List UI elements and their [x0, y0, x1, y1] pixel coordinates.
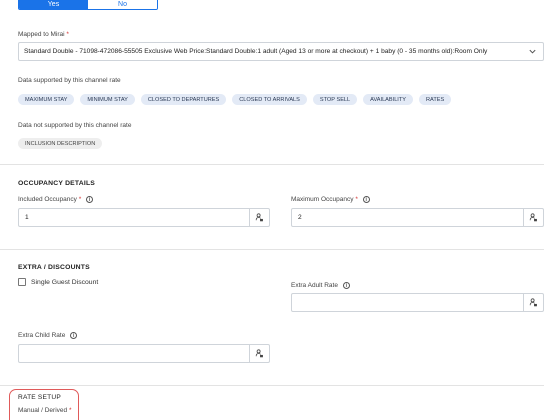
included-occupancy-label-text: Included Occupancy	[18, 196, 77, 204]
chip-minimum-stay: Minimum Stay	[80, 94, 135, 105]
required-asterisk: *	[355, 196, 358, 204]
chip-stop-sell: Stop Sell	[312, 94, 358, 105]
chip-availability: Availability	[363, 94, 414, 105]
extra-adult-rate-input[interactable]	[292, 294, 523, 311]
section-divider	[0, 164, 544, 165]
extra-child-rate-input[interactable]	[19, 345, 249, 362]
person-lock-icon[interactable]	[523, 294, 543, 311]
manual-derived-label-text: Manual / Derived	[18, 407, 68, 414]
single-guest-discount-row[interactable]: Single Guest Discount	[18, 278, 98, 286]
extra-child-rate-label: Extra Child Rate i	[18, 332, 78, 340]
extra-section-title: EXTRA / DISCOUNTS	[18, 264, 90, 271]
included-occupancy-field: 1	[18, 208, 270, 227]
occupancy-section-title: OCCUPANCY DETAILS	[18, 180, 96, 187]
included-occupancy-label: Included Occupancy * i	[18, 196, 94, 204]
extra-child-rate-field	[18, 344, 270, 363]
mapped-label: Mapped to Mirai *	[18, 31, 69, 38]
extra-adult-rate-label-text: Extra Adult Rate	[291, 282, 338, 290]
chip-closed-to-departures: Closed to Departures	[140, 94, 227, 105]
manual-derived-label: Manual / Derived *	[18, 407, 71, 414]
info-icon[interactable]: i	[86, 196, 94, 203]
person-lock-icon[interactable]	[249, 209, 269, 226]
rate-setup-section-title: RATE SETUP	[18, 394, 61, 401]
person-lock-icon[interactable]	[523, 209, 543, 226]
maximum-occupancy-field: 2	[291, 208, 544, 227]
section-divider	[0, 249, 544, 250]
info-icon[interactable]: i	[70, 332, 78, 339]
not-supported-chip-list: Inclusion Description	[18, 138, 103, 149]
required-asterisk: *	[66, 31, 69, 38]
info-icon[interactable]: i	[342, 282, 350, 289]
chip-rates: Rates	[419, 94, 452, 105]
extra-child-rate-label-text: Extra Child Rate	[18, 332, 66, 340]
mapped-select[interactable]: Standard Double - 71098-472086-55505 Exc…	[18, 42, 544, 61]
supported-chip-list: Maximum Stay Minimum Stay Closed to Depa…	[18, 94, 452, 105]
mapped-select-value: Standard Double - 71098-472086-55505 Exc…	[24, 48, 488, 55]
info-icon[interactable]: i	[362, 196, 370, 203]
maximum-occupancy-label-text: Maximum Occupancy	[291, 196, 354, 204]
not-supported-label: Data not supported by this channel rate	[18, 122, 132, 129]
supported-label: Data supported by this channel rate	[18, 77, 121, 84]
required-asterisk: *	[78, 196, 82, 204]
maximum-occupancy-input[interactable]: 2	[292, 209, 523, 226]
chip-maximum-stay: Maximum Stay	[18, 94, 75, 105]
no-button[interactable]: No	[88, 0, 157, 9]
single-guest-discount-label: Single Guest Discount	[31, 278, 99, 286]
mapped-label-text: Mapped to Mirai	[18, 31, 65, 38]
yes-button[interactable]: Yes	[19, 0, 88, 9]
extra-adult-rate-field	[291, 293, 544, 312]
chip-inclusion-description: Inclusion Description	[18, 138, 103, 149]
single-guest-discount-checkbox[interactable]	[18, 278, 26, 286]
chevron-down-icon	[529, 49, 536, 54]
maximum-occupancy-label: Maximum Occupancy * i	[291, 196, 370, 203]
section-divider	[0, 385, 544, 386]
included-occupancy-input[interactable]: 1	[19, 209, 249, 226]
person-lock-icon[interactable]	[249, 345, 269, 362]
chip-closed-to-arrivals: Closed to Arrivals	[232, 94, 307, 105]
extra-adult-rate-label: Extra Adult Rate i	[291, 282, 350, 289]
yes-no-toggle: Yes No	[18, 0, 158, 10]
required-asterisk: *	[68, 407, 72, 414]
